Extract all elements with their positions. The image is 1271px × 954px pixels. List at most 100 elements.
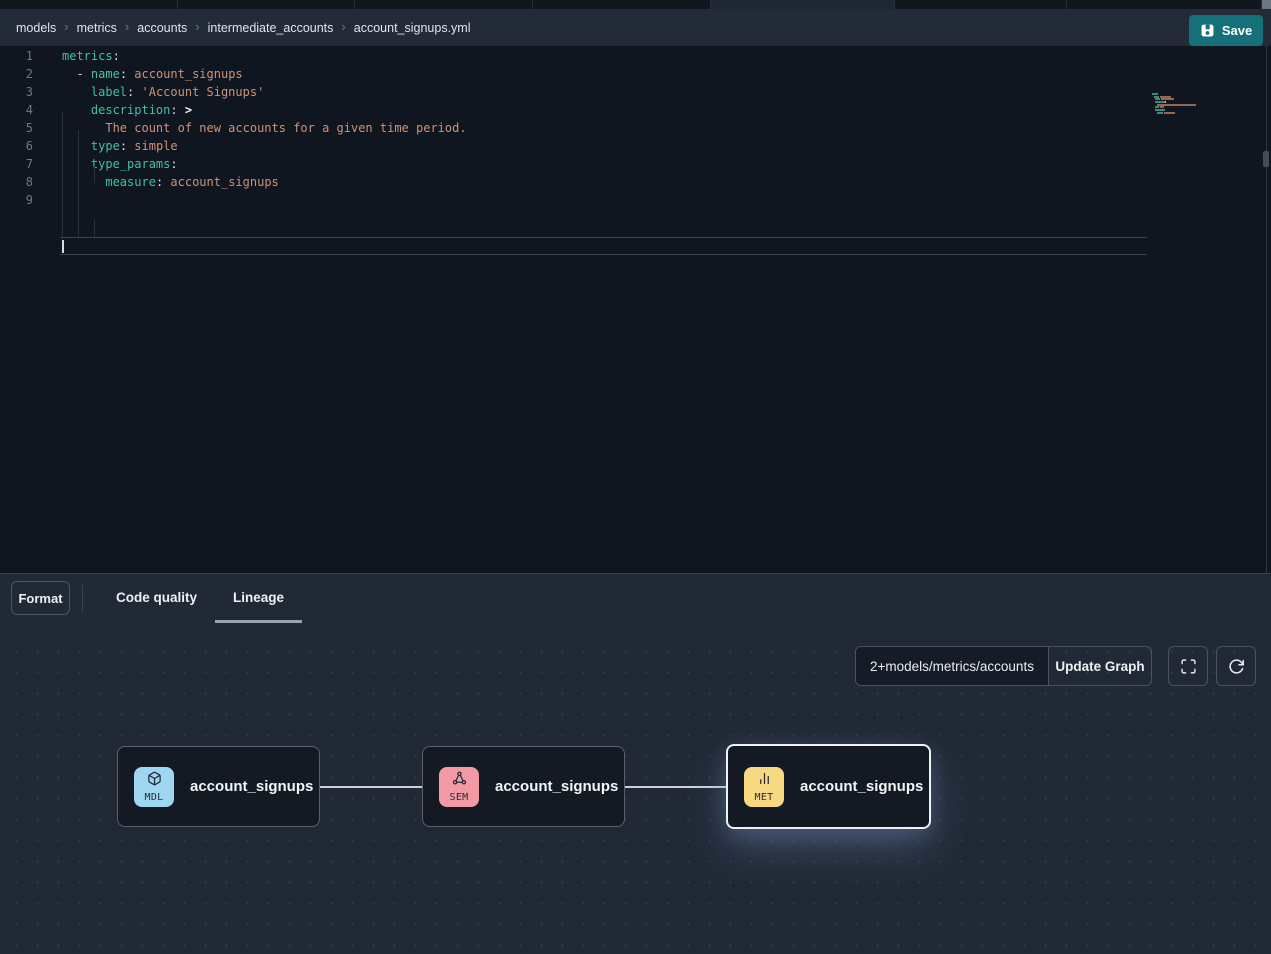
line-number: 8: [0, 173, 33, 191]
code-token: 'Account Signups': [134, 85, 264, 99]
code-token: :: [120, 139, 127, 153]
breadcrumb-chevron-icon: ›: [341, 20, 345, 33]
lineage-node-sem[interactable]: SEM account_signups: [422, 746, 625, 827]
code-token: description: [91, 103, 170, 117]
save-button-label: Save: [1222, 23, 1252, 38]
browser-tab[interactable]: [355, 0, 533, 9]
tab-code-quality[interactable]: Code quality: [98, 574, 215, 623]
tab-lineage[interactable]: Lineage: [215, 574, 302, 623]
minimap[interactable]: [1152, 93, 1216, 117]
node-name: account_signups: [495, 778, 618, 795]
code-token: [62, 103, 91, 117]
lineage-node-mdl[interactable]: MDL account_signups: [117, 746, 320, 827]
node-type-badge: SEM: [439, 767, 479, 807]
line-number: 9: [0, 191, 33, 209]
breadcrumb-item[interactable]: metrics: [77, 21, 117, 35]
indent-guide: [94, 166, 95, 183]
code-text: type_params:: [62, 155, 178, 173]
editor-scrollbar-thumb[interactable]: [1263, 151, 1269, 167]
code-token: :: [113, 49, 120, 63]
code-lines[interactable]: 1metrics:2 - name: account_signups3 labe…: [0, 47, 1271, 209]
save-button[interactable]: Save: [1189, 15, 1263, 46]
breadcrumb-item[interactable]: account_signups.yml: [354, 21, 471, 35]
lineage-selector-group: Update Graph: [855, 646, 1152, 686]
code-line[interactable]: 8 measure: account_signups: [0, 173, 1271, 191]
code-line[interactable]: 5 The count of new accounts for a given …: [0, 119, 1271, 137]
tabstrip-scroll-stub: [1262, 0, 1271, 9]
current-line-highlight: [60, 237, 1147, 255]
line-number: 2: [0, 65, 33, 83]
code-line[interactable]: 6 type: simple: [0, 137, 1271, 155]
code-token: type_params: [91, 157, 170, 171]
code-token: type: [91, 139, 120, 153]
browser-tab[interactable]: [533, 0, 711, 9]
code-token: [62, 175, 105, 189]
top-tab-strip: [0, 0, 1271, 9]
tab-divider: [82, 585, 83, 612]
breadcrumb-chevron-icon: ›: [195, 20, 199, 33]
line-number: 1: [0, 47, 33, 65]
code-token: [62, 139, 91, 153]
line-number: 4: [0, 101, 33, 119]
code-line[interactable]: 4 description: >: [0, 101, 1271, 119]
node-type-label: MET: [755, 792, 774, 803]
code-line[interactable]: 9: [0, 191, 1271, 209]
code-text: label: 'Account Signups': [62, 83, 264, 101]
ide-window: models › metrics › accounts › intermediate_acc…: [0, 0, 1271, 954]
code-token: metrics: [62, 49, 113, 63]
indent-guide: [94, 220, 95, 237]
fullscreen-button[interactable]: [1168, 646, 1208, 686]
code-line[interactable]: 2 - name: account_signups: [0, 65, 1271, 83]
code-token: The count of new accounts for a given ti…: [62, 121, 467, 135]
node-type-badge: MET: [744, 767, 784, 807]
lineage-edge: [625, 786, 726, 788]
breadcrumb-chevron-icon: ›: [125, 20, 129, 33]
browser-tab[interactable]: [711, 0, 895, 9]
line-number: 6: [0, 137, 33, 155]
code-token: :: [120, 67, 127, 81]
update-graph-button[interactable]: Update Graph: [1048, 647, 1151, 685]
browser-tab[interactable]: [895, 0, 1067, 9]
code-token: measure: [105, 175, 156, 189]
code-text: - name: account_signups: [62, 65, 243, 83]
code-token: -: [62, 67, 91, 81]
breadcrumb-item[interactable]: accounts: [137, 21, 187, 35]
refresh-button[interactable]: [1216, 646, 1256, 686]
format-button[interactable]: Format: [11, 581, 70, 615]
code-token: account_signups: [127, 67, 243, 81]
fullscreen-icon: [1180, 658, 1197, 675]
code-editor[interactable]: 1metrics:2 - name: account_signups3 labe…: [0, 46, 1271, 573]
line-number: 3: [0, 83, 33, 101]
line-number: 7: [0, 155, 33, 173]
code-token: label: [91, 85, 127, 99]
code-line[interactable]: 1 metrics:: [0, 47, 1271, 65]
code-token: simple: [127, 139, 178, 153]
breadcrumb-item[interactable]: models: [16, 21, 56, 35]
code-text: description: >: [62, 101, 192, 119]
code-line[interactable]: 7 type_params:: [0, 155, 1271, 173]
code-token: [62, 85, 91, 99]
code-token: account_signups: [163, 175, 279, 189]
bottom-panel: Format Code quality Lineage Update Graph: [0, 573, 1271, 954]
refresh-icon: [1228, 658, 1245, 675]
code-line[interactable]: 3 label: 'Account Signups': [0, 83, 1271, 101]
code-token: [62, 157, 91, 171]
lineage-selector-input[interactable]: [856, 647, 1048, 685]
node-name: account_signups: [800, 778, 923, 795]
model-cube-icon: [147, 771, 162, 791]
browser-tab[interactable]: [178, 0, 355, 9]
metric-chart-icon: [757, 771, 772, 791]
code-text: type: simple: [62, 137, 178, 155]
browser-tab[interactable]: [1067, 0, 1262, 9]
breadcrumb-bar: models › metrics › accounts › intermediate_acc…: [0, 9, 1271, 46]
code-text: metrics:: [62, 47, 120, 65]
browser-tab[interactable]: [0, 0, 178, 9]
code-token: :: [170, 157, 177, 171]
indent-guide: [62, 112, 63, 237]
code-text: The count of new accounts for a given ti…: [62, 119, 467, 137]
lineage-node-met[interactable]: MET account_signups: [726, 744, 931, 829]
panel-tabs: Code quality Lineage: [98, 574, 302, 623]
node-type-badge: MDL: [134, 767, 174, 807]
breadcrumb-item[interactable]: intermediate_accounts: [208, 21, 334, 35]
node-name: account_signups: [190, 778, 313, 795]
